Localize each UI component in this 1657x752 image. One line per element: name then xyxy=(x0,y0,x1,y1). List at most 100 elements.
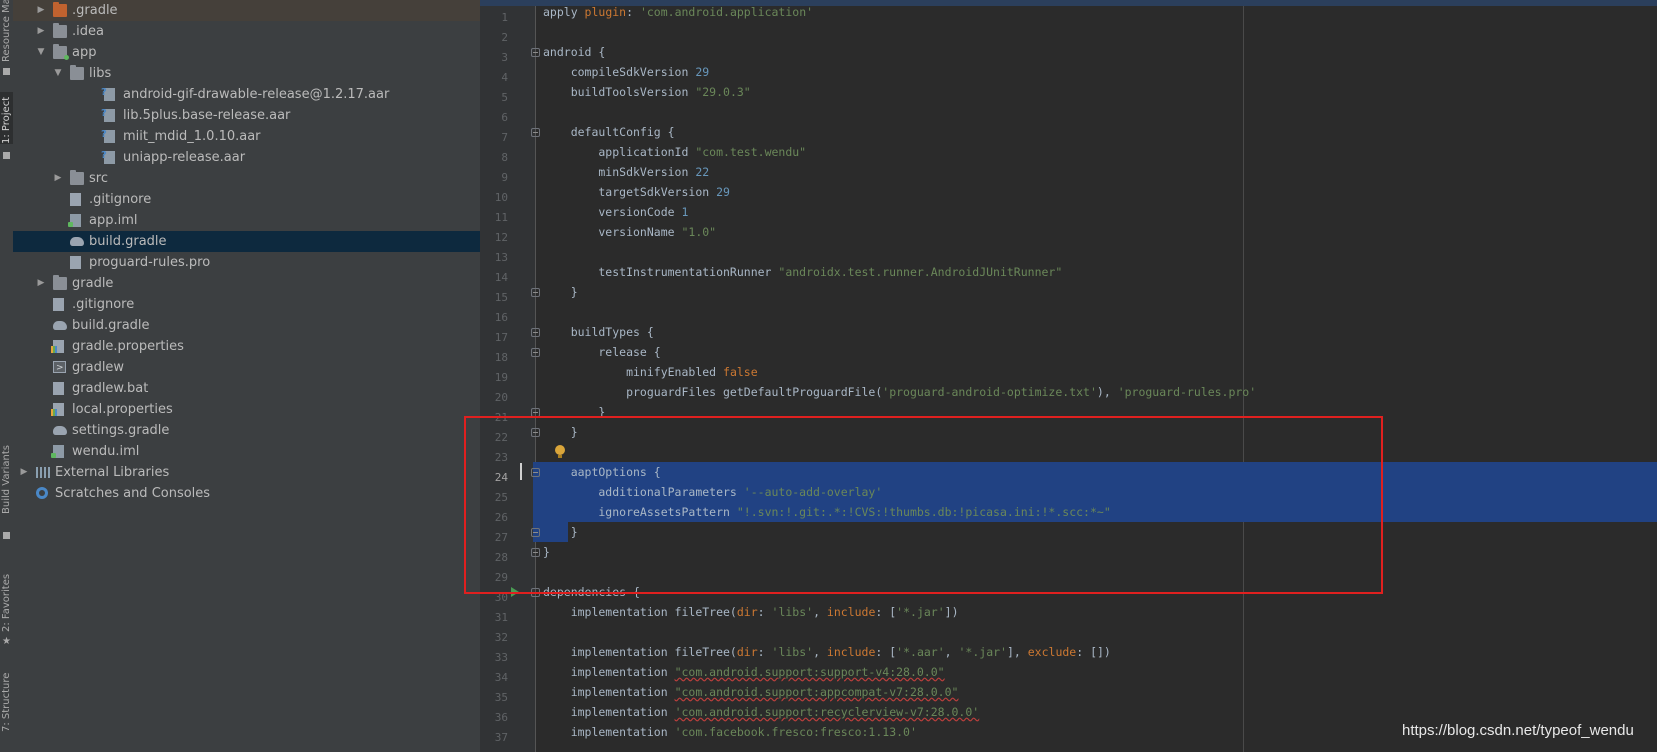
tab-project[interactable]: 1: Project xyxy=(0,92,13,144)
tree-item-proguard-rules-pro[interactable]: proguard-rules.pro xyxy=(13,252,480,273)
text-file-icon xyxy=(70,256,81,269)
chevron-down-icon[interactable]: ▼ xyxy=(36,42,46,63)
tree-item-uniapp-release-aar[interactable]: uniapp-release.aar xyxy=(13,147,480,168)
chevron-right-icon[interactable]: ▶ xyxy=(19,462,29,483)
line-number: 7 xyxy=(501,131,508,144)
code-line[interactable]: proguardFiles getDefaultProguardFile('pr… xyxy=(543,382,1256,402)
tab-build-variants[interactable]: Build Variants xyxy=(0,440,13,514)
tree-item-gradlew-bat[interactable]: gradlew.bat xyxy=(13,378,480,399)
code-line[interactable]: minSdkVersion 22 xyxy=(543,162,709,182)
chevron-right-icon[interactable]: ▶ xyxy=(36,21,46,42)
folder-orange-icon xyxy=(53,2,67,17)
code-line[interactable]: buildTypes { xyxy=(543,322,654,342)
code-token: "1.0" xyxy=(681,225,717,239)
code-line[interactable]: implementation "com.android.support:appc… xyxy=(543,682,959,702)
code-line[interactable]: defaultConfig { xyxy=(543,122,675,142)
tab-structure[interactable]: 7: Structure xyxy=(0,670,13,732)
code-token: 'com.android.application' xyxy=(639,5,814,19)
code-line[interactable]: targetSdkVersion 29 xyxy=(543,182,730,202)
tree-item-src[interactable]: ▶ src xyxy=(13,168,480,189)
tree-item-build-gradle[interactable]: build.gradle xyxy=(13,231,480,252)
line-number: 19 xyxy=(494,371,508,384)
code-line[interactable]: versionCode 1 xyxy=(543,202,688,222)
text-file-icon xyxy=(53,382,64,395)
code-token: applicationId xyxy=(543,145,696,159)
code-line[interactable]: implementation fileTree(dir: 'libs', inc… xyxy=(543,602,959,622)
chevron-down-icon[interactable]: ▼ xyxy=(53,63,63,84)
tree-item-label: Scratches and Consoles xyxy=(55,486,211,501)
code-line[interactable]: implementation "com.android.support:supp… xyxy=(543,662,945,682)
chevron-right-icon[interactable]: ▶ xyxy=(36,273,46,294)
code-line[interactable]: compileSdkVersion 29 xyxy=(543,62,710,82)
code-line[interactable]: applicationId "com.test.wendu" xyxy=(543,142,806,162)
tree-item-app[interactable]: ▼ app xyxy=(13,42,480,63)
code-line[interactable]: android { xyxy=(543,42,605,62)
library-icon xyxy=(36,466,50,479)
code-line[interactable]: buildToolsVersion "29.0.3" xyxy=(543,82,751,102)
tree-item-lib-5plus-base-release-aar[interactable]: lib.5plus.base-release.aar xyxy=(13,105,480,126)
tree-item-gradlew[interactable]: gradlew xyxy=(13,357,480,379)
fold-marker-icon[interactable] xyxy=(531,348,540,357)
code-token: release { xyxy=(543,345,661,359)
code-line[interactable]: testInstrumentationRunner "androidx.test… xyxy=(543,262,1062,282)
tree-item-gitignore[interactable]: .gitignore xyxy=(13,189,480,210)
tree-item-label: gradle.properties xyxy=(72,339,184,354)
code-line[interactable]: implementation 'com.facebook.fresco:fres… xyxy=(543,722,917,742)
code-token: implementation fileTree( xyxy=(543,605,737,619)
gradle-file-icon xyxy=(70,235,84,248)
code-line[interactable]: implementation fileTree(dir: 'libs', inc… xyxy=(543,642,1111,662)
code-line[interactable]: minifyEnabled false xyxy=(543,362,758,382)
tree-item-external-libraries[interactable]: ▶ External Libraries xyxy=(13,462,480,483)
code-line[interactable]: release { xyxy=(543,342,661,362)
code-token: "com.android.support:appcompat-v7:28.0.0… xyxy=(674,685,959,699)
tree-item-gradle-properties[interactable]: gradle.properties xyxy=(13,336,480,357)
line-number: 18 xyxy=(494,351,508,364)
chevron-right-icon[interactable]: ▶ xyxy=(53,168,63,189)
editor-gutter[interactable]: 1 2 3 4 5 6 7 8 9 10 11 12 13 14 15 16 17 18 19 20 21 22 23 24 2… xyxy=(480,6,535,752)
code-token: 'libs' xyxy=(771,605,814,619)
tree-item-label: android-gif-drawable-release@1.2.17.aar xyxy=(123,87,390,102)
tab-resource-manager[interactable]: Resource Manager xyxy=(0,0,13,62)
code-token: ], xyxy=(1006,645,1028,659)
tree-item-android-gif-drawable-release-1-2-17-aar[interactable]: android-gif-drawable-release@1.2.17.aar xyxy=(13,84,480,105)
code-line[interactable]: } xyxy=(543,282,578,302)
code-line[interactable]: implementation 'com.android.support:recy… xyxy=(543,702,980,722)
code-token: include xyxy=(826,605,876,619)
line-number: 1 xyxy=(501,11,508,24)
code-token: "com.test.wendu" xyxy=(695,145,807,159)
chevron-right-icon[interactable]: ▶ xyxy=(36,0,46,21)
tree-item-gradle[interactable]: ▶ gradle xyxy=(13,273,480,294)
highlight-annotation-box xyxy=(464,416,1383,594)
line-number: 35 xyxy=(494,691,508,704)
tree-item-label: miit_mdid_1.0.10.aar xyxy=(123,129,261,144)
fold-marker-icon[interactable] xyxy=(531,48,540,57)
tree-item-label: .idea xyxy=(72,24,104,39)
tree-item-gitignore[interactable]: .gitignore xyxy=(13,294,480,315)
fold-marker-icon[interactable] xyxy=(531,328,540,337)
code-token: ]) xyxy=(944,605,959,619)
code-token: minSdkVersion xyxy=(543,165,696,179)
tree-item-wendu-iml[interactable]: wendu.iml xyxy=(13,441,480,462)
tree-item-label: uniapp-release.aar xyxy=(123,150,246,165)
tree-item-local-properties[interactable]: local.properties xyxy=(13,399,480,420)
fold-marker-icon[interactable] xyxy=(531,288,540,297)
code-token: ), xyxy=(1096,385,1118,399)
tree-item-miit-mdid-1-0-10-aar[interactable]: miit_mdid_1.0.10.aar xyxy=(13,126,480,147)
code-editor[interactable]: 1 2 3 4 5 6 7 8 9 10 11 12 13 14 15 16 17 18 19 20 21 22 23 24 2… xyxy=(480,0,1657,752)
tree-item-idea[interactable]: ▶ .idea xyxy=(13,21,480,42)
tree-item-settings-gradle[interactable]: settings.gradle xyxy=(13,420,480,441)
tab-favorites[interactable]: 2: Favorites xyxy=(0,570,13,632)
tree-item-app-iml[interactable]: app.iml xyxy=(13,210,480,231)
code-line[interactable]: apply plugin: 'com.android.application' xyxy=(543,2,813,22)
code-token: : []) xyxy=(1076,645,1111,659)
line-number: 33 xyxy=(494,651,508,664)
tree-item-gradle[interactable]: ▶ .gradle xyxy=(13,0,480,21)
tree-item-build-gradle[interactable]: build.gradle xyxy=(13,315,480,336)
tree-item-label: build.gradle xyxy=(72,318,150,333)
code-line[interactable]: versionName "1.0" xyxy=(543,222,716,242)
tree-item-scratches-and-consoles[interactable]: Scratches and Consoles xyxy=(13,483,480,504)
aar-file-icon xyxy=(101,87,115,101)
fold-marker-icon[interactable] xyxy=(531,128,540,137)
line-number: 9 xyxy=(501,171,508,184)
tree-item-libs[interactable]: ▼ libs xyxy=(13,63,480,84)
